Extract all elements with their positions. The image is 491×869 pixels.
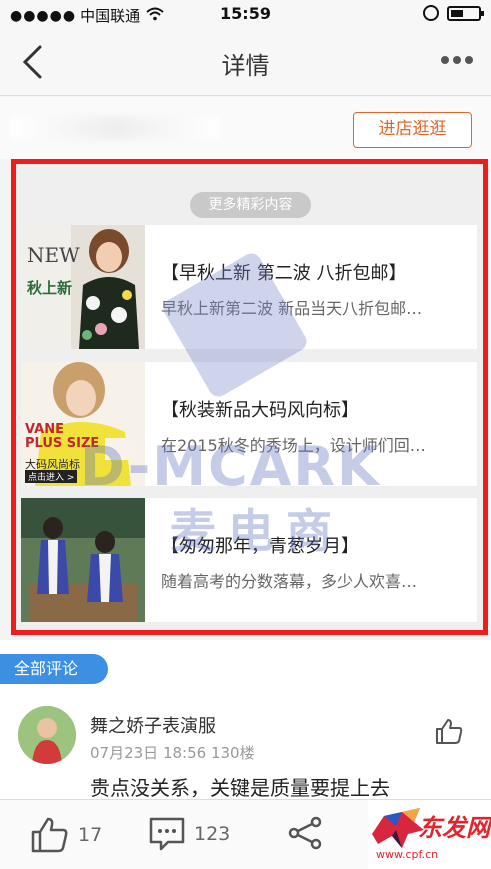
card-description: 早秋上新第二波 新品当天八折包邮… [161, 299, 423, 318]
comment-text: 贵点没关系，关键是质量要提上去 [90, 776, 390, 800]
nav-bar: 详情 [0, 28, 491, 96]
comment-like-button[interactable] [434, 716, 464, 746]
feature-card[interactable]: VANE PLUS SIZE 大码风尚标 点击进入 > 【秋装新品大码风向标】 … [21, 362, 477, 486]
like-count: 17 [78, 824, 103, 846]
card-thumbnail: VANE PLUS SIZE 大码风尚标 点击进入 > [21, 362, 145, 486]
page-title: 详情 [221, 52, 270, 80]
status-right [423, 5, 484, 21]
share-button[interactable] [288, 816, 332, 850]
more-dot-icon [441, 56, 449, 64]
share-icon [288, 816, 322, 850]
status-time: 15:59 [220, 4, 271, 23]
shop-row: 进店逛逛 [0, 97, 491, 159]
thumbs-up-icon [436, 719, 463, 744]
more-options-button[interactable] [441, 50, 473, 70]
thumb-text-vane: VANE [25, 422, 64, 437]
thumbs-up-icon [31, 817, 68, 853]
shop-name-redacted [10, 117, 220, 139]
comment-username[interactable]: 舞之娇子表演服 [90, 712, 216, 738]
thumb-text-enter: 点击进入 > [25, 470, 78, 483]
comments-section: 全部评论 舞之娇子表演服 07月23日 18:56 130楼 贵点没关系，关键是… [0, 640, 491, 800]
status-bar: ●●●●● 中国联通 15:59 [0, 0, 491, 28]
site-logo: 东发网 www.cpf.cn [368, 800, 491, 869]
card-thumbnail [21, 498, 145, 622]
rotation-lock-icon [423, 5, 439, 21]
battery-icon [447, 5, 484, 21]
feature-card[interactable]: NEW 秋上新 【早秋上新 第二波 八折包邮】 早秋上新第二波 新品当天八折包邮… [21, 225, 477, 349]
thumb-text-autumn: 秋上新 [27, 279, 73, 297]
comment-count: 123 [194, 823, 231, 845]
like-button[interactable]: 17 [30, 816, 102, 854]
more-dot-icon [465, 56, 473, 64]
card-thumbnail: NEW 秋上新 [21, 225, 145, 349]
comment-button[interactable]: 123 [148, 816, 230, 852]
avatar[interactable] [18, 706, 76, 764]
featured-content-frame: 更多精彩内容 NEW 秋上新 【早秋上新 第二波 八折包邮】 早秋上新第二波 新… [11, 159, 488, 635]
logo-text: 东发网 [418, 814, 490, 842]
thumb-text-new: NEW [27, 243, 80, 267]
visit-shop-button[interactable]: 进店逛逛 [353, 112, 472, 148]
logo-url: www.cpf.cn [376, 848, 439, 861]
comment-meta: 07月23日 18:56 130楼 [90, 744, 255, 762]
card-description: 随着高考的分数落幕，多少人欢喜… [161, 572, 418, 591]
all-comments-tag[interactable]: 全部评论 [0, 654, 108, 684]
feature-card[interactable]: 【匆匆那年，青葱岁月】 随着高考的分数落幕，多少人欢喜… [21, 498, 477, 622]
comment-icon [149, 817, 185, 851]
card-title: 【秋装新品大码风向标】 [161, 400, 359, 421]
more-dot-icon [453, 56, 461, 64]
card-description: 在2015秋冬的秀场上，设计师们回… [161, 436, 426, 455]
card-title: 【匆匆那年，青葱岁月】 [161, 536, 359, 557]
thumb-text-plus-size: PLUS SIZE [25, 436, 100, 451]
card-title: 【早秋上新 第二波 八折包邮】 [161, 263, 407, 284]
more-content-label: 更多精彩内容 [190, 192, 311, 218]
